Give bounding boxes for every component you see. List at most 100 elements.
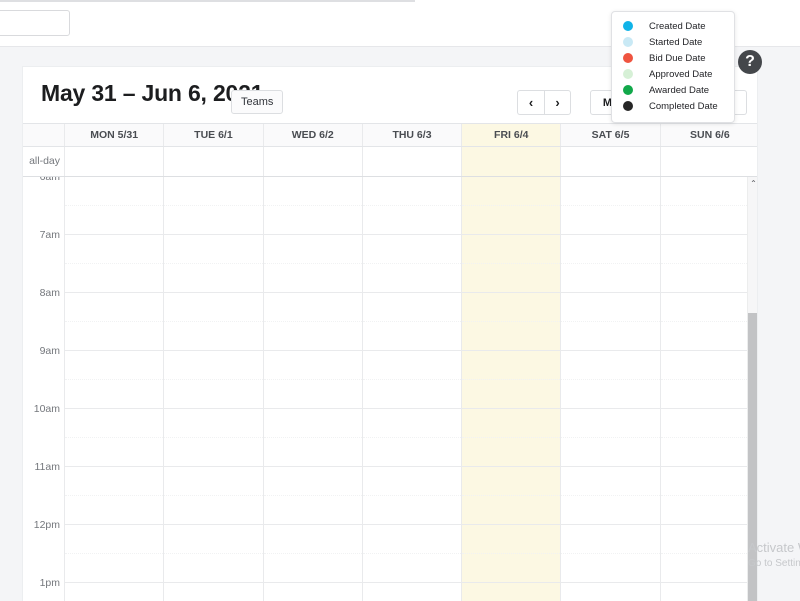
time-slot[interactable] (65, 177, 164, 206)
day-column-wed[interactable] (263, 177, 363, 601)
time-slot[interactable] (363, 583, 461, 601)
time-slot[interactable] (362, 380, 462, 409)
time-slot[interactable] (660, 438, 757, 467)
time-slot[interactable] (561, 293, 660, 322)
time-slot[interactable] (164, 293, 263, 322)
time-slot[interactable] (362, 264, 462, 293)
time-slot[interactable] (462, 409, 561, 438)
time-slot[interactable] (561, 467, 660, 496)
all-day-cell-thu[interactable] (363, 147, 463, 176)
time-slot[interactable] (164, 467, 263, 496)
time-slot[interactable] (362, 554, 462, 583)
time-slot[interactable] (462, 438, 561, 467)
day-header-thu[interactable]: THU 6/3 (363, 124, 463, 146)
all-day-cell-fri[interactable] (462, 147, 562, 176)
time-slot[interactable] (462, 351, 561, 380)
time-slot[interactable] (362, 409, 462, 438)
time-slot[interactable] (660, 380, 757, 409)
time-slot[interactable] (660, 496, 757, 525)
time-slot[interactable] (263, 409, 362, 438)
time-slot[interactable] (65, 322, 164, 351)
time-slot[interactable] (362, 235, 462, 264)
all-day-cell-wed[interactable] (264, 147, 363, 176)
time-slot[interactable] (462, 322, 561, 351)
time-slot[interactable] (263, 467, 362, 496)
time-slot[interactable] (561, 496, 660, 525)
time-slot[interactable] (65, 351, 164, 380)
search-input[interactable] (0, 10, 70, 36)
time-slot[interactable] (65, 438, 164, 467)
time-slot[interactable] (263, 235, 362, 264)
time-slot[interactable] (263, 322, 362, 351)
day-header-mon[interactable]: MON 5/31 (65, 124, 165, 146)
time-slot[interactable] (462, 525, 561, 554)
time-slot[interactable] (462, 206, 561, 235)
day-header-fri[interactable]: FRI 6/4 (462, 124, 562, 146)
time-slot[interactable] (164, 177, 263, 206)
time-slot[interactable] (263, 206, 362, 235)
time-slot[interactable] (660, 554, 757, 583)
time-slot[interactable] (164, 583, 262, 601)
time-slot[interactable] (65, 467, 164, 496)
time-slot[interactable] (561, 351, 660, 380)
time-slot[interactable] (263, 438, 362, 467)
day-column-sun[interactable] (660, 177, 757, 601)
time-slot[interactable] (660, 293, 757, 322)
time-slot[interactable] (65, 235, 164, 264)
time-slot[interactable] (264, 583, 362, 601)
time-slot[interactable] (462, 467, 561, 496)
next-week-button[interactable]: › (544, 90, 571, 115)
time-slot[interactable] (462, 554, 561, 583)
day-column-tue[interactable] (164, 177, 264, 601)
time-slot[interactable] (462, 264, 561, 293)
time-slot[interactable] (164, 264, 263, 293)
time-slot[interactable] (164, 322, 263, 351)
time-slot[interactable] (561, 438, 660, 467)
day-column-thu[interactable] (362, 177, 463, 601)
all-day-cell-mon[interactable] (65, 147, 165, 176)
time-slot[interactable] (263, 380, 362, 409)
time-slot[interactable] (164, 206, 263, 235)
time-slot[interactable] (164, 235, 263, 264)
day-column-sat[interactable] (561, 177, 661, 601)
time-slot[interactable] (660, 322, 757, 351)
time-slot[interactable] (561, 206, 660, 235)
time-slot[interactable] (661, 583, 757, 601)
day-column-fri[interactable] (462, 177, 562, 601)
day-header-wed[interactable]: WED 6/2 (264, 124, 363, 146)
scroll-up-arrow-icon[interactable]: ⌃ (748, 177, 757, 189)
time-slot[interactable] (263, 554, 362, 583)
time-slot[interactable] (362, 467, 462, 496)
time-slot[interactable] (263, 293, 362, 322)
time-slot[interactable] (164, 351, 263, 380)
time-slot[interactable] (65, 206, 164, 235)
vertical-scrollbar[interactable]: ⌃ (747, 177, 757, 601)
time-slot[interactable] (660, 235, 757, 264)
time-slot[interactable] (660, 206, 757, 235)
time-slot[interactable] (561, 380, 660, 409)
time-slot[interactable] (263, 264, 362, 293)
time-slot[interactable] (65, 409, 164, 438)
time-slot[interactable] (65, 583, 163, 601)
time-slot[interactable] (65, 293, 164, 322)
time-slot[interactable] (65, 380, 164, 409)
time-slot[interactable] (462, 380, 561, 409)
time-slot[interactable] (561, 525, 660, 554)
time-slot[interactable] (462, 293, 561, 322)
time-slot[interactable] (462, 583, 560, 601)
time-slot[interactable] (362, 177, 462, 206)
time-slot[interactable] (561, 322, 660, 351)
time-slot[interactable] (561, 235, 660, 264)
help-icon[interactable]: ? (738, 50, 762, 74)
all-day-cell-tue[interactable] (164, 147, 264, 176)
all-day-cell-sun[interactable] (661, 147, 757, 176)
all-day-cell-sat[interactable] (561, 147, 661, 176)
time-slot[interactable] (164, 525, 263, 554)
day-column-mon[interactable] (65, 177, 165, 601)
day-header-sat[interactable]: SAT 6/5 (561, 124, 661, 146)
time-slot[interactable] (660, 525, 757, 554)
teams-filter-button[interactable]: Teams (231, 90, 284, 114)
time-slot[interactable] (561, 264, 660, 293)
time-slot[interactable] (164, 496, 263, 525)
time-slot[interactable] (462, 235, 561, 264)
